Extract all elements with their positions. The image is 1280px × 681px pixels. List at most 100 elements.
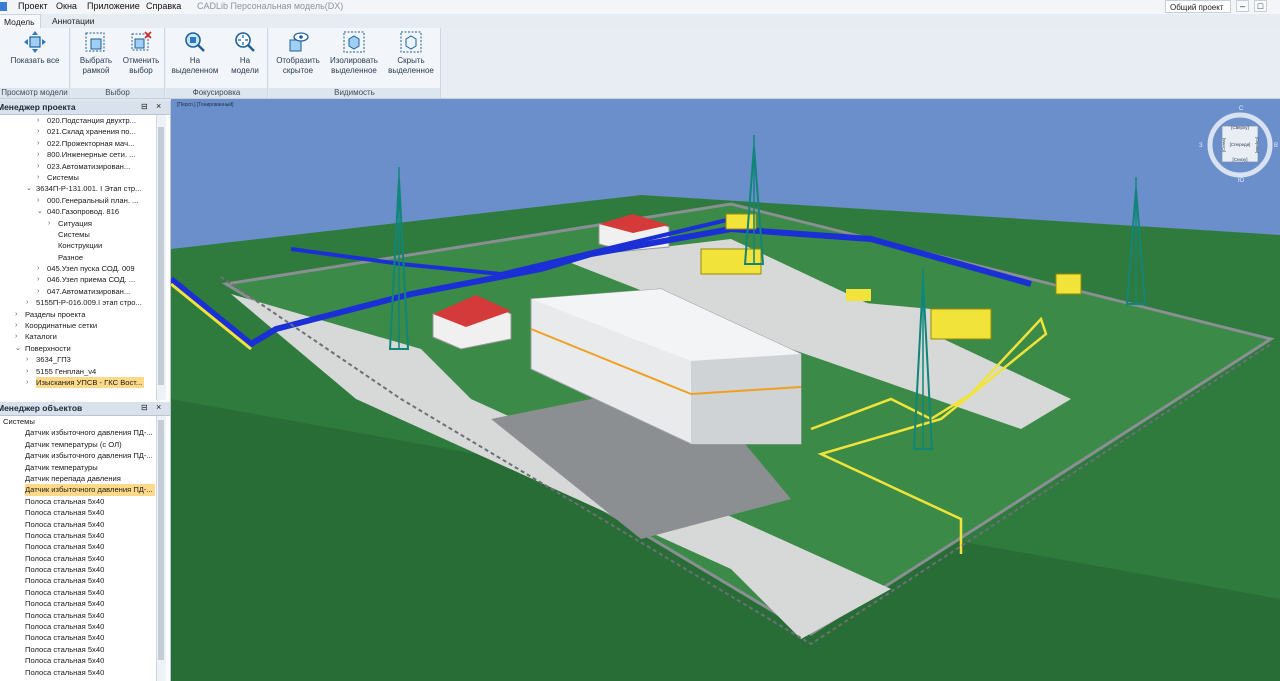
select-frame-button[interactable]: Выбрать рамкой (73, 30, 119, 84)
nav-face-right[interactable]: [Справа] (1255, 137, 1260, 153)
project-tree-item[interactable]: › Каталоги (0, 331, 155, 342)
object-tree-item[interactable]: Полоса стальная 5x40 (0, 598, 155, 609)
project-tree-item[interactable]: › Разделы проекта (0, 309, 155, 320)
project-tree-item[interactable]: › 800.Инженерные сети. ... (0, 149, 155, 160)
project-tree-item[interactable]: ⌄ 3634П-Р-131.001. I Этап стр... (0, 183, 155, 194)
project-tree-item[interactable]: › 021.Склад хранения по... (0, 126, 155, 137)
show-hidden-button[interactable]: Отобразить скрытое (271, 30, 325, 84)
menu-item-application[interactable]: Приложение (87, 1, 140, 11)
chevron-right-icon[interactable]: › (37, 274, 45, 285)
scrollbar-thumb[interactable] (158, 127, 164, 385)
object-tree-item[interactable]: Датчик избыточного давления ПД-... (0, 484, 155, 496)
project-tree-item[interactable]: › 045.Узел пуска СОД. 009 (0, 263, 155, 274)
object-tree-item[interactable]: Датчик избыточного давления ПД-... (0, 450, 155, 461)
object-tree-item[interactable]: Датчик температуры (0, 462, 155, 473)
project-tree-item[interactable]: › 3634_ГП3 (0, 354, 155, 365)
project-tree-item[interactable]: › Системы (0, 172, 155, 183)
object-tree-item[interactable]: Полоса стальная 5x40 (0, 541, 155, 552)
deselect-button[interactable]: Отменить выбор (119, 30, 163, 84)
project-tree-item[interactable]: › 022.Прожекторная мач... (0, 138, 155, 149)
project-tree-item[interactable]: › 020.Подстанция двухтр... (0, 115, 155, 126)
chevron-down-icon[interactable]: ⌄ (26, 183, 34, 194)
chevron-right-icon[interactable]: › (26, 377, 34, 388)
object-tree-item[interactable]: Полоса стальная 5x40 (0, 553, 155, 564)
isolate-button[interactable]: Изолировать выделенное (325, 30, 383, 84)
zoom-model-button[interactable]: На модели (224, 30, 266, 84)
nav-face-top[interactable]: [Сверху] (1231, 125, 1249, 130)
project-tree-item[interactable]: › 5155П-Р-016.009.I этап стро... (0, 297, 155, 308)
object-tree-item[interactable]: Полоса стальная 5x40 (0, 667, 155, 678)
3d-viewport[interactable]: [Персп.] [Тонированный] С Ю З В [Сверху]… (171, 99, 1280, 681)
project-tree-item[interactable]: › 000.Генеральный план. ... (0, 195, 155, 206)
object-tree-item[interactable]: Полоса стальная 5x40 (0, 575, 155, 586)
project-tree-scrollbar[interactable] (156, 115, 166, 400)
hide-selected-button[interactable]: Скрыть выделенное (383, 30, 439, 84)
project-tree-item[interactable]: › Ситуация (0, 218, 155, 229)
object-tree-item[interactable]: Полоса стальная 5x40 (0, 507, 155, 518)
nav-face-front[interactable]: [Спереди] (1230, 142, 1251, 147)
menu-item-help[interactable]: Справка (146, 1, 181, 11)
object-tree-item[interactable]: Полоса стальная 5x40 (0, 632, 155, 643)
nav-face-bottom[interactable]: [Снизу] (1232, 157, 1247, 162)
chevron-right-icon[interactable]: › (37, 161, 45, 172)
chevron-right-icon[interactable]: › (15, 331, 23, 342)
show-all-button[interactable]: Показать все (2, 30, 68, 84)
project-tree-item[interactable]: › 5155 Генплан_v4 (0, 366, 155, 377)
object-tree-item[interactable]: Датчик избыточного давления ПД-... (0, 427, 155, 438)
tab-model[interactable]: Модель (0, 14, 41, 29)
navigation-cube[interactable]: С Ю З В [Сверху] [Спереди] [Снизу] [Слев… (1196, 101, 1280, 186)
chevron-right-icon[interactable]: › (15, 320, 23, 331)
project-tree-item[interactable]: › Изыскания УПСВ - ГКС Вост... (0, 376, 155, 389)
object-tree-root[interactable]: ⌄Системы (0, 416, 155, 427)
minimize-button[interactable]: – (1236, 0, 1249, 12)
object-tree-item[interactable]: Полоса стальная 5x40 (0, 610, 155, 621)
object-tree-item[interactable]: Полоса стальная 5x40 (0, 587, 155, 598)
object-tree-item[interactable]: Полоса стальная 5x40 (0, 621, 155, 632)
tab-annotations[interactable]: Аннотации (47, 14, 100, 28)
chevron-right-icon[interactable]: › (37, 263, 45, 274)
close-icon[interactable]: × (156, 402, 161, 412)
chevron-right-icon[interactable]: › (37, 172, 45, 183)
project-tree-item[interactable]: Разное (0, 252, 155, 263)
object-tree-item[interactable]: Датчик перепада давления (0, 473, 155, 484)
project-tree-item[interactable]: › 046.Узел приема СОД. ... (0, 274, 155, 285)
object-tree-item[interactable]: Полоса стальная 5x40 (0, 519, 155, 530)
shared-project-button[interactable]: Общий проект (1165, 0, 1231, 13)
maximize-button[interactable]: □ (1254, 0, 1267, 12)
project-tree-item[interactable]: › Координатные сетки (0, 320, 155, 331)
chevron-down-icon[interactable]: ⌄ (0, 416, 1, 427)
project-tree-item[interactable]: Системы (0, 229, 155, 240)
pin-icon[interactable]: ⊟ (141, 102, 148, 111)
chevron-right-icon[interactable]: › (48, 218, 56, 229)
menu-item-windows[interactable]: Окна (56, 1, 77, 11)
pin-icon[interactable]: ⊟ (141, 403, 148, 412)
chevron-down-icon[interactable]: ⌄ (15, 343, 23, 354)
close-icon[interactable]: × (156, 101, 161, 111)
project-tree-item[interactable]: Конструкции (0, 240, 155, 251)
chevron-right-icon[interactable]: › (37, 286, 45, 297)
chevron-right-icon[interactable]: › (37, 149, 45, 160)
object-tree-item[interactable]: Датчик температуры (с ОЛ) (0, 439, 155, 450)
object-tree-item[interactable]: Полоса стальная 5x40 (0, 644, 155, 655)
chevron-down-icon[interactable]: ⌄ (37, 206, 45, 217)
project-tree-item[interactable]: › 023.Автоматизирован... (0, 161, 155, 172)
chevron-right-icon[interactable]: › (37, 138, 45, 149)
object-tree-item[interactable]: Полоса стальная 5x40 (0, 496, 155, 507)
scrollbar-thumb[interactable] (158, 420, 164, 660)
plant-3d-model[interactable] (171, 99, 1280, 681)
zoom-selected-button[interactable]: На выделенном (168, 30, 222, 84)
chevron-right-icon[interactable]: › (26, 297, 34, 308)
chevron-right-icon[interactable]: › (26, 366, 34, 377)
menu-item-project[interactable]: Проект (18, 1, 48, 11)
object-tree-item[interactable]: Полоса стальная 5x40 (0, 655, 155, 666)
chevron-right-icon[interactable]: › (26, 354, 34, 365)
nav-face-left[interactable]: [Слева] (1221, 138, 1226, 152)
view-mode-label[interactable]: [Персп.] [Тонированный] (177, 102, 234, 108)
chevron-right-icon[interactable]: › (15, 309, 23, 320)
project-tree-item[interactable]: ⌄ Поверхности (0, 343, 155, 354)
project-tree-item[interactable]: ⌄ 040.Газопровод. 816 (0, 206, 155, 217)
project-tree-item[interactable]: › 047.Автоматизирован... (0, 286, 155, 297)
chevron-right-icon[interactable]: › (37, 126, 45, 137)
chevron-right-icon[interactable]: › (37, 115, 45, 126)
chevron-right-icon[interactable]: › (37, 195, 45, 206)
